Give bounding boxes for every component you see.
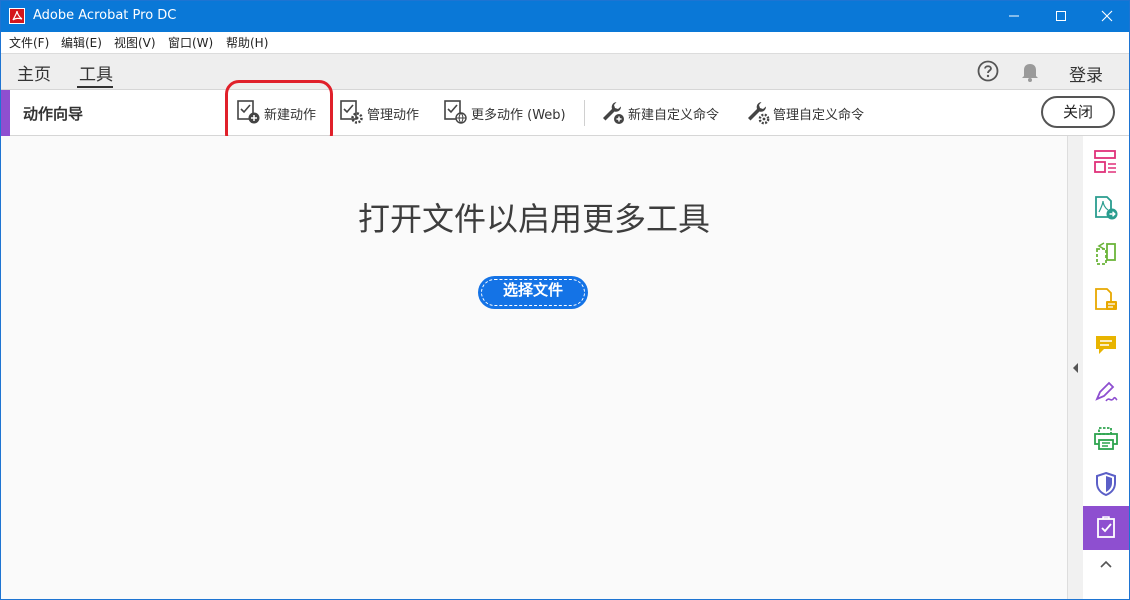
menu-edit[interactable]: 编辑(E) (61, 34, 102, 51)
tab-tools[interactable]: 工具 (79, 60, 113, 85)
menu-file[interactable]: 文件(F) (9, 34, 49, 51)
active-tab-indicator (77, 86, 113, 88)
manage-actions-label: 管理动作 (367, 108, 420, 123)
export-pdf-icon[interactable] (1083, 186, 1129, 230)
edit-pdf-icon[interactable] (1083, 232, 1129, 276)
toolbar-separator (584, 100, 585, 126)
fill-sign-icon[interactable] (1083, 370, 1129, 414)
help-icon[interactable] (977, 60, 999, 86)
action-wizard-toolbar: 动作向导 新建动作 管理动作 更多动作 (Web) 新建自定义命令 管理自定义命… (1, 89, 1129, 136)
new-custom-command-icon (603, 102, 624, 124)
tab-row: 主页 工具 登录 (1, 53, 1129, 89)
protect-icon[interactable] (1083, 462, 1129, 506)
main-content: 打开文件以启用更多工具 选择文件 (1, 136, 1067, 599)
manage-actions-icon (340, 100, 363, 124)
menu-help[interactable]: 帮助(H) (226, 34, 268, 51)
more-actions-web-icon (444, 100, 467, 124)
toolbar-accent (1, 90, 10, 136)
manage-custom-commands-label: 管理自定义命令 (773, 108, 865, 123)
acrobat-window: Adobe Acrobat Pro DC 文件(F) 编辑(E) 视图(V) 窗… (0, 0, 1130, 600)
new-custom-command-label: 新建自定义命令 (628, 108, 720, 123)
chevron-up-icon[interactable] (1100, 560, 1112, 568)
create-pdf-icon[interactable] (1083, 278, 1129, 322)
acrobat-logo-icon (9, 8, 25, 24)
close-window-button[interactable] (1084, 1, 1129, 32)
login-link[interactable]: 登录 (1069, 61, 1103, 86)
menu-view[interactable]: 视图(V) (114, 34, 156, 51)
collapse-arrow-icon[interactable] (1072, 362, 1080, 374)
notification-bell-icon[interactable] (1020, 60, 1040, 86)
print-production-icon[interactable] (1083, 416, 1129, 460)
manage-custom-commands-icon (748, 102, 770, 125)
comment-icon[interactable] (1083, 324, 1129, 368)
menu-bar: 文件(F) 编辑(E) 视图(V) 窗口(W) 帮助(H) (1, 32, 1129, 53)
right-pane-collapse-strip[interactable] (1067, 136, 1083, 599)
organize-pages-icon[interactable] (1083, 140, 1129, 184)
choose-file-button[interactable]: 选择文件 (479, 277, 587, 308)
open-file-headline: 打开文件以启用更多工具 (357, 200, 710, 238)
more-actions-web-label: 更多动作 (Web) (471, 108, 566, 123)
toolbar-title: 动作向导 (23, 105, 84, 123)
action-wizard-icon[interactable] (1083, 506, 1129, 550)
close-tool-button[interactable]: 关闭 (1041, 96, 1115, 128)
maximize-button[interactable] (1038, 1, 1084, 32)
menu-window[interactable]: 窗口(W) (168, 34, 213, 51)
minimize-button[interactable] (991, 1, 1037, 32)
right-tool-rail (1083, 136, 1129, 599)
tab-home[interactable]: 主页 (17, 60, 51, 85)
window-title: Adobe Acrobat Pro DC (33, 8, 177, 23)
title-bar: Adobe Acrobat Pro DC (1, 1, 1129, 32)
